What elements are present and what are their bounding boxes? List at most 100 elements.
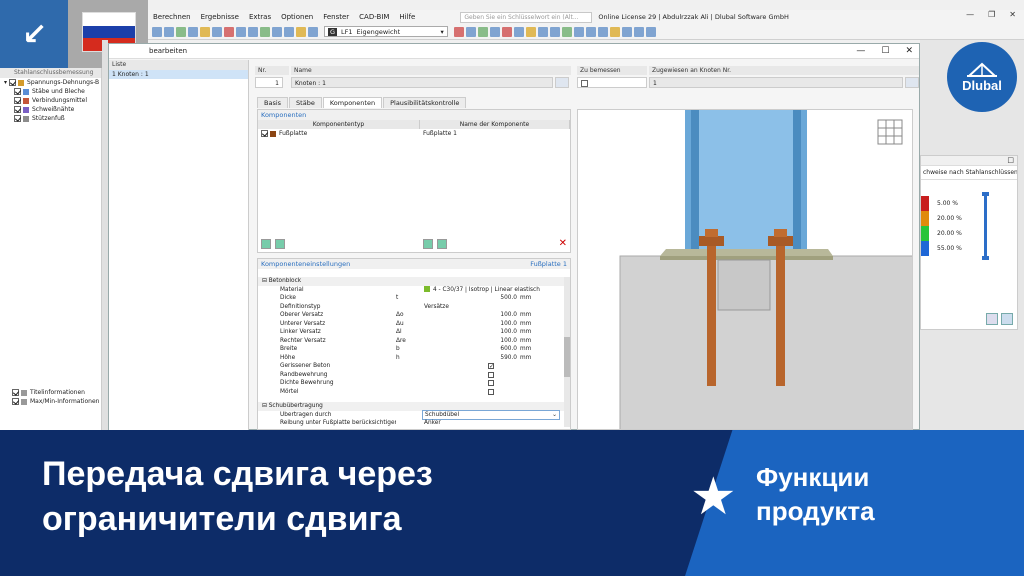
toolbar-icon[interactable] [236, 26, 246, 37]
toolbar-icon[interactable] [248, 26, 258, 37]
toolbar-icon[interactable] [152, 26, 162, 37]
name-field[interactable]: Knoten : 1 [291, 77, 553, 88]
toolbar-icon[interactable] [164, 26, 174, 37]
tab-komponenten[interactable]: Komponenten [322, 97, 383, 108]
table-row[interactable]: Fußplatte Fußplatte 1 [258, 129, 570, 138]
setting-value[interactable]: 590.0 [422, 354, 520, 363]
setting-value[interactable]: Anker [422, 419, 441, 428]
toolbar-icon[interactable] [609, 26, 620, 37]
toolbar-icon[interactable] [272, 26, 282, 37]
toolbar-icon[interactable] [489, 26, 500, 37]
navigator-item[interactable]: Schweißnähte [0, 105, 101, 114]
expand-icon[interactable]: ▾ [4, 79, 7, 86]
settings-row[interactable]: Rechter Versatz Δre 100.0 mm [258, 337, 570, 346]
minimize-icon[interactable]: — [966, 10, 974, 19]
toolbar-icon[interactable] [501, 26, 512, 37]
minimize-icon[interactable]: — [856, 46, 865, 56]
list-item[interactable]: 1 Knoten : 1 [109, 70, 248, 79]
setting-checkbox[interactable]: ✓ [488, 363, 494, 370]
settings-row[interactable]: Breite b 600.0 mm [258, 345, 570, 354]
collapse-icon[interactable]: ⊟ [262, 403, 269, 409]
checkbox[interactable] [9, 79, 17, 86]
legend-range-slider[interactable] [982, 192, 989, 260]
toolbar-icon[interactable] [645, 26, 656, 37]
checkbox[interactable] [14, 115, 21, 122]
toolbar-icon[interactable] [525, 26, 536, 37]
checkbox[interactable] [261, 130, 268, 137]
menu-item[interactable]: Optionen [276, 13, 318, 21]
toolbar-icon[interactable] [224, 26, 234, 37]
toolbar-icon[interactable] [573, 26, 584, 37]
toolbar-icon[interactable] [513, 26, 524, 37]
close-icon[interactable]: ✕ [1009, 10, 1016, 19]
delete-icon[interactable]: ✕ [559, 239, 567, 249]
settings-row[interactable]: Definitionstyp Versätze [258, 303, 570, 312]
tab-basis[interactable]: Basis [257, 97, 289, 108]
checkbox[interactable] [14, 106, 21, 113]
restore-icon[interactable]: ❐ [988, 10, 995, 19]
toolbar-icon[interactable] [549, 26, 560, 37]
settings-row[interactable]: Mörtel [258, 388, 570, 397]
maximize-icon[interactable]: ☐ [881, 46, 889, 56]
menu-item[interactable]: CAD-BIM [354, 13, 394, 21]
setting-value[interactable]: 100.0 [422, 311, 520, 320]
toolbar-icon[interactable] [621, 26, 632, 37]
checkbox[interactable] [14, 97, 21, 104]
close-icon[interactable]: □ [1007, 156, 1014, 165]
settings-row[interactable]: Randbewehrung [258, 371, 570, 380]
checkbox[interactable] [14, 88, 21, 95]
toolbar-icon[interactable] [176, 26, 186, 37]
toolbar-icon[interactable] [561, 26, 572, 37]
settings-row[interactable]: Dicke t 500.0 mm [258, 294, 570, 303]
navigator-item[interactable]: Max/Min-Informationen [0, 397, 101, 406]
tab-stäbe[interactable]: Stäbe [289, 97, 322, 108]
checkbox[interactable] [12, 398, 19, 405]
toolbar-icon[interactable] [465, 26, 476, 37]
search-input[interactable]: Geben Sie ein Schlüsselwort ein (Alt... [460, 11, 593, 23]
settings-row[interactable]: Gerissener Beton ✓ [258, 362, 570, 371]
menu-item[interactable]: Ergebnisse [196, 13, 244, 21]
navigator-item[interactable]: Stützenfuß [0, 114, 101, 123]
add-component-icon[interactable] [261, 239, 271, 249]
toolbar-icon[interactable] [188, 26, 198, 37]
menu-item[interactable]: Fenster [318, 13, 354, 21]
toolbar-icon[interactable] [200, 26, 210, 37]
navigator-item[interactable]: Stäbe und Bleche [0, 87, 101, 96]
pick-node-icon[interactable] [905, 77, 919, 88]
toolbar-icon[interactable] [284, 26, 294, 37]
panel-export-icon[interactable] [1001, 313, 1013, 325]
navigator-item[interactable]: Titelinformationen [0, 388, 101, 397]
settings-row[interactable]: Übertragen durch Schubdübel ⌄ [258, 409, 570, 420]
import-component-icon[interactable] [423, 239, 433, 249]
toolbar-icon[interactable] [260, 26, 270, 37]
3d-view[interactable] [577, 109, 913, 430]
navigator-item[interactable]: ▾ Spannungs-Dehnungs-B [0, 78, 101, 87]
checkbox[interactable] [12, 389, 19, 396]
setting-checkbox[interactable] [488, 380, 494, 387]
menu-item[interactable]: Hilfe [394, 13, 420, 21]
copy-component-icon[interactable] [275, 239, 285, 249]
zu-bemessen-checkbox[interactable] [577, 77, 647, 88]
toolbar-icon[interactable] [585, 26, 596, 37]
settings-row[interactable]: Höhe h 590.0 mm [258, 354, 570, 363]
setting-checkbox[interactable] [488, 388, 494, 395]
navigator-item[interactable]: Verbindungsmittel [0, 96, 101, 105]
collapse-icon[interactable]: ⊟ [262, 278, 269, 284]
chevron-down-icon[interactable]: ▾ [441, 28, 444, 36]
setting-value[interactable]: 500.0 [422, 294, 520, 303]
toolbar-icon[interactable] [597, 26, 608, 37]
load-case-selector[interactable]: G LF1 Eigengewicht ▾ [324, 26, 448, 37]
toolbar-icon[interactable] [477, 26, 488, 37]
assigned-nodes-field[interactable]: 1 [649, 77, 903, 88]
material-value[interactable]: 4 - C30/37 | Isotrop | Linear elastisch [422, 286, 540, 295]
toolbar-icon[interactable] [212, 26, 222, 37]
chevron-down-icon[interactable]: ⌄ [552, 411, 557, 420]
library-component-icon[interactable] [437, 239, 447, 249]
setting-value[interactable]: 600.0 [422, 345, 520, 354]
close-icon[interactable]: ✕ [905, 46, 913, 56]
toolbar-icon[interactable] [453, 26, 464, 37]
settings-row[interactable]: Unterer Versatz Δu 100.0 mm [258, 320, 570, 329]
setting-value[interactable]: 100.0 [422, 328, 520, 337]
menu-item[interactable]: Extras [244, 13, 276, 21]
toolbar-icon[interactable] [537, 26, 548, 37]
